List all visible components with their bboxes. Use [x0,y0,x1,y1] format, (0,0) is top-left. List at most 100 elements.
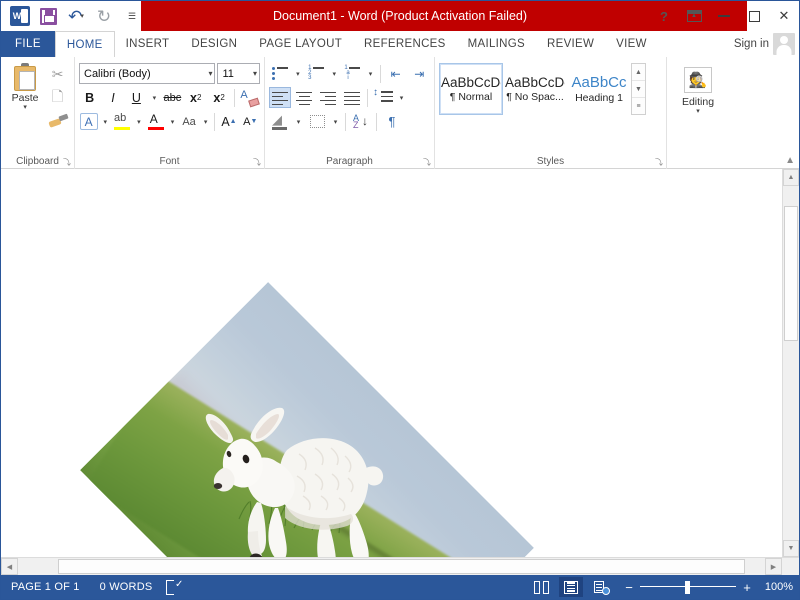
font-name-caret[interactable]: ▾ [204,69,212,78]
styles-dialog-launcher[interactable] [655,158,664,167]
clipboard-dialog-launcher[interactable] [63,158,72,167]
jumping-lamb-photo[interactable] [80,282,534,557]
justify-button[interactable] [341,87,363,108]
text-effects-caret[interactable]: ▾ [100,111,110,132]
decrease-indent-button[interactable]: ⇤ [385,63,407,84]
print-layout-button[interactable] [559,577,583,597]
paste-dropdown-caret[interactable]: ▾ [23,104,27,111]
tab-home[interactable]: HOME [54,31,115,57]
sign-in-area[interactable]: Sign in [734,31,799,57]
editing-button[interactable]: 🕵 Editing ▾ [671,61,725,115]
word-logo-icon[interactable]: W [7,4,33,28]
scroll-right-icon[interactable]: ▶ [765,558,782,575]
vertical-scroll-thumb[interactable] [784,206,798,341]
borders-button[interactable] [306,111,328,132]
style-item-no-spacing[interactable]: AaBbCcDc ¶ No Spac... [503,63,567,115]
editing-dropdown-caret[interactable]: ▾ [696,108,700,115]
document-page[interactable] [1,169,782,557]
change-case-button[interactable]: Aa [179,111,198,132]
bullets-caret[interactable]: ▾ [293,63,304,84]
italic-button[interactable]: I [102,87,123,108]
word-count[interactable]: 0 WORDS [90,581,163,593]
undo-icon[interactable]: ↶ ▾ [63,4,89,28]
sort-button[interactable]: A Z ↓ [350,111,372,132]
undo-dropdown-caret[interactable]: ▾ [80,12,84,20]
line-spacing-caret[interactable]: ▾ [396,87,407,108]
superscript-button[interactable]: x2 [208,87,229,108]
show-formatting-marks-button[interactable]: ¶ [381,111,403,132]
font-size-input[interactable]: 11 ▾ [217,63,260,84]
bold-button[interactable]: B [79,87,100,108]
scroll-down-icon[interactable]: ▼ [783,540,799,557]
subscript-button[interactable]: x2 [185,87,206,108]
change-case-caret[interactable]: ▾ [201,111,211,132]
read-mode-button[interactable] [529,577,553,597]
align-right-button[interactable] [317,87,339,108]
customize-quick-access-toolbar-button[interactable]: ☰ [119,4,145,28]
numbering-caret[interactable]: ▾ [329,63,340,84]
horizontal-scroll-track[interactable] [18,558,765,575]
restore-icon[interactable] [739,1,769,31]
horizontal-scrollbar[interactable]: ◀ ▶ [1,557,799,575]
save-icon[interactable] [35,4,61,28]
tab-view[interactable]: VIEW [605,31,658,57]
borders-caret[interactable]: ▾ [330,111,341,132]
format-painter-icon[interactable] [48,111,68,129]
close-icon[interactable]: ✕ [769,1,799,31]
redo-icon[interactable]: ↻ [91,4,117,28]
styles-scroll-up-icon[interactable]: ▲ [632,64,645,81]
web-layout-button[interactable] [589,577,613,597]
tab-references[interactable]: REFERENCES [353,31,457,57]
font-size-caret[interactable]: ▾ [249,69,257,78]
vertical-scroll-track[interactable] [783,186,799,540]
styles-gallery-scrollbar[interactable]: ▲ ▼ ≡ [631,63,646,115]
bullets-button[interactable] [269,63,291,84]
increase-indent-button[interactable]: ⇥ [408,63,430,84]
ribbon-display-options-icon[interactable] [679,1,709,31]
font-color-button[interactable]: A [146,111,166,132]
zoom-in-button[interactable]: + [741,580,753,595]
underline-button[interactable]: U [126,87,147,108]
help-icon[interactable]: ? [649,1,679,31]
tab-file[interactable]: FILE [1,31,55,57]
scroll-left-icon[interactable]: ◀ [1,558,18,575]
tab-design[interactable]: DESIGN [180,31,248,57]
paragraph-dialog-launcher[interactable] [423,158,432,167]
avatar[interactable] [773,33,795,55]
styles-more-icon[interactable]: ≡ [632,98,645,114]
align-center-button[interactable] [293,87,315,108]
clear-formatting-button[interactable]: A [239,87,261,108]
proofing-status-icon[interactable] [166,579,183,595]
multilevel-caret[interactable]: ▾ [365,63,376,84]
zoom-slider[interactable] [640,579,736,595]
align-left-button[interactable] [269,87,291,108]
style-item-heading-1[interactable]: AaBbCc Heading 1 [567,63,631,115]
tab-insert[interactable]: INSERT [115,31,181,57]
font-dialog-launcher[interactable] [253,158,262,167]
grow-font-button[interactable]: A ▲ [219,111,238,132]
numbering-button[interactable]: 123 [305,63,327,84]
shading-button[interactable] [269,111,291,132]
zoom-level-label[interactable]: 100% [759,581,793,593]
tab-mailings[interactable]: MAILINGS [457,31,536,57]
styles-scroll-down-icon[interactable]: ▼ [632,81,645,98]
horizontal-scroll-thumb[interactable] [58,559,745,574]
vertical-scrollbar[interactable]: ▲ ▼ [782,169,799,557]
page-indicator[interactable]: PAGE 1 OF 1 [1,581,90,593]
copy-icon[interactable]: 🗋 [48,88,68,107]
paste-button[interactable]: Paste ▾ [5,61,45,111]
line-spacing-button[interactable]: ↕ [372,87,394,108]
zoom-slider-thumb[interactable] [685,581,690,594]
underline-dropdown-caret[interactable]: ▾ [149,87,160,108]
scroll-up-icon[interactable]: ▲ [783,169,799,186]
cut-icon[interactable]: ✂ [48,65,68,84]
shading-caret[interactable]: ▾ [293,111,304,132]
minimize-icon[interactable] [709,1,739,31]
strikethrough-button[interactable]: abc [162,87,183,108]
style-item-normal[interactable]: AaBbCcDc ¶ Normal [439,63,503,115]
tab-review[interactable]: REVIEW [536,31,605,57]
multilevel-list-button[interactable]: 1ai [342,63,364,84]
text-highlight-color-button[interactable]: ab [112,111,132,132]
shrink-font-button[interactable]: A ▼ [241,111,260,132]
text-effects-button[interactable]: A [79,111,98,132]
